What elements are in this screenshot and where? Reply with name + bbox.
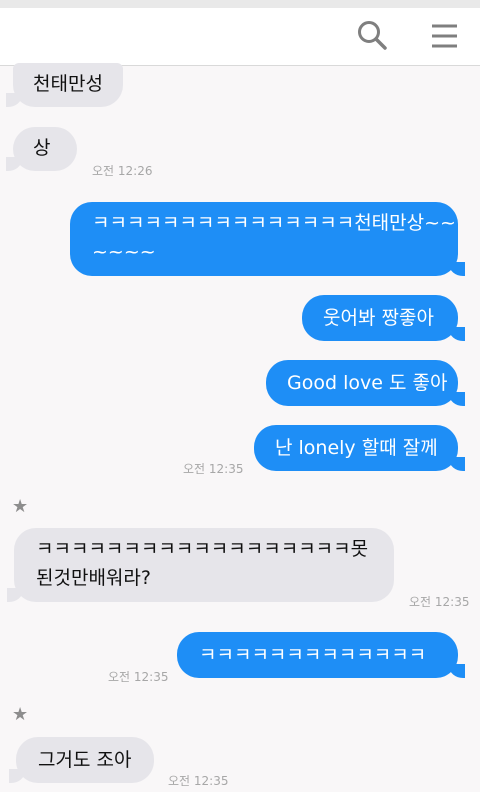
message-text: 웃어봐 짱좋아	[323, 307, 434, 329]
star-mark: ★	[12, 496, 29, 517]
timestamp: 오전 12:35	[168, 774, 229, 788]
hamburger-menu-icon[interactable]	[424, 15, 464, 55]
star-mark: ★	[12, 704, 29, 725]
timestamp: 오전 12:35	[409, 595, 470, 609]
message-text: ㅋㅋㅋㅋㅋㅋㅋㅋㅋㅋㅋㅋㅋ	[199, 644, 427, 666]
message-text: 상	[33, 137, 51, 159]
outgoing-message[interactable]: ㅋㅋㅋㅋㅋㅋㅋㅋㅋㅋㅋㅋㅋ	[177, 632, 465, 678]
outgoing-message[interactable]: 웃어봐 짱좋아	[302, 295, 465, 341]
timestamp: 오전 12:35	[183, 462, 244, 476]
search-icon[interactable]	[352, 15, 392, 55]
message-text-line: ㅋㅋㅋㅋㅋㅋㅋㅋㅋㅋㅋㅋㅋㅋㅋㅋㅋㅋ못	[36, 538, 369, 560]
outgoing-message[interactable]: Good love 도 좋아	[266, 360, 465, 406]
status-bar	[0, 0, 480, 8]
timestamp: 오전 12:26	[92, 164, 153, 178]
message-text: Good love 도 좋아	[287, 372, 448, 394]
top-bar	[0, 8, 480, 66]
message-text-line: ㅋㅋㅋㅋㅋㅋㅋㅋㅋㅋㅋㅋㅋㅋㅋ천태만상~~	[92, 212, 456, 234]
message-text: 난 lonely 할때 잘께	[275, 437, 438, 459]
message-text: 천태만성	[33, 73, 103, 95]
incoming-message[interactable]: 그거도 조아	[9, 737, 154, 783]
outgoing-message[interactable]: 난 lonely 할때 잘께	[254, 425, 465, 471]
message-text-line: ~~~~	[92, 241, 156, 263]
timestamp: 오전 12:35	[108, 670, 169, 684]
incoming-message[interactable]: ㅋㅋㅋㅋㅋㅋㅋㅋㅋㅋㅋㅋㅋㅋㅋㅋㅋㅋ못 된것만배워라?	[7, 528, 394, 602]
message-text-line: 된것만배워라?	[36, 567, 151, 589]
message-text: 그거도 조아	[38, 749, 132, 771]
incoming-message[interactable]: 천태만성	[6, 63, 123, 107]
incoming-message[interactable]: 상	[6, 127, 77, 171]
outgoing-message[interactable]: ㅋㅋㅋㅋㅋㅋㅋㅋㅋㅋㅋㅋㅋㅋㅋ천태만상~~ ~~~~	[70, 202, 465, 276]
